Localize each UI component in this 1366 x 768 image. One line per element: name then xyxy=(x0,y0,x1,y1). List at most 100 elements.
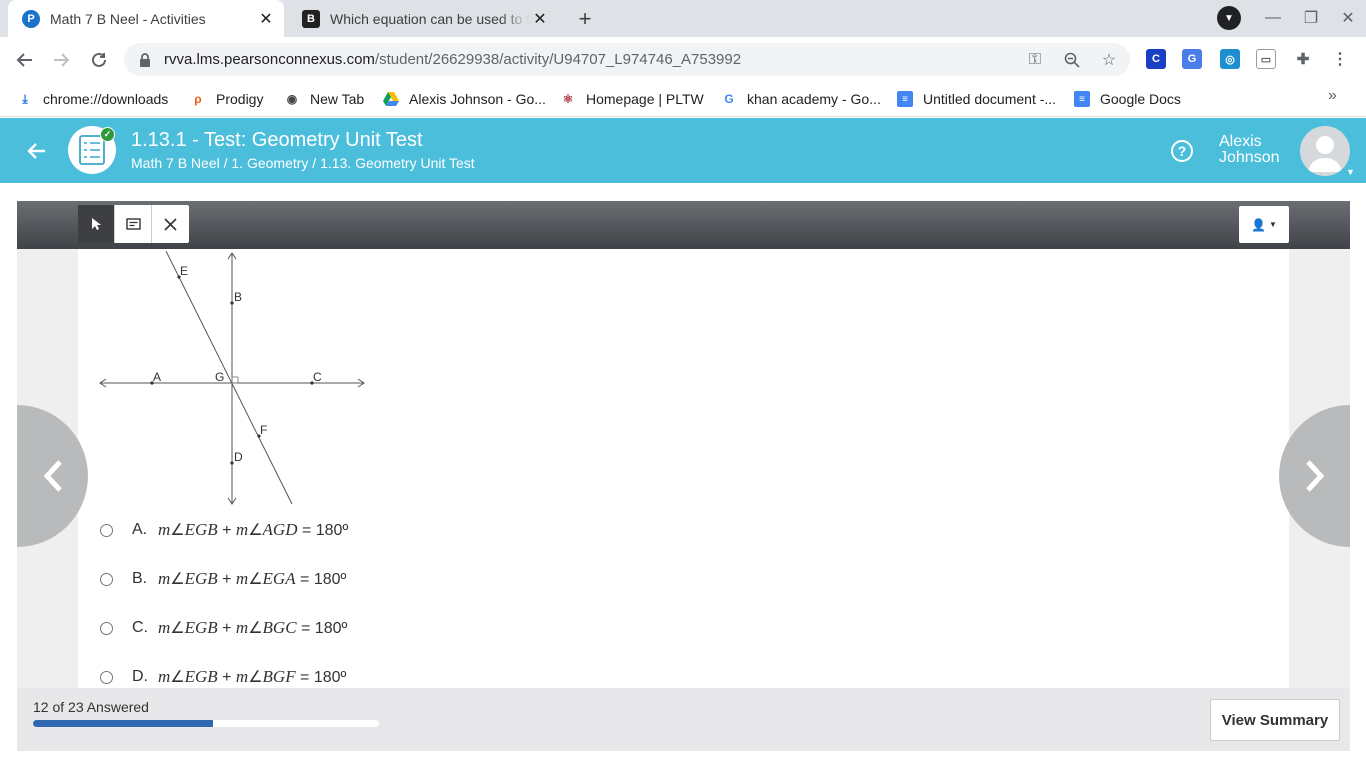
pearson-favicon-icon: P xyxy=(22,9,40,28)
cursor-icon xyxy=(92,218,101,230)
breadcrumb: Math 7 B Neel / 1. Geometry / 1.13. Geom… xyxy=(131,155,475,171)
chevron-left-icon xyxy=(43,460,62,492)
cast-extension-icon[interactable]: ▭ xyxy=(1256,49,1276,69)
bookmark-google-docs[interactable]: ≡ Google Docs xyxy=(1074,88,1181,110)
prodigy-icon: ρ xyxy=(194,92,202,106)
user-first-name: Alexis xyxy=(1219,133,1262,150)
angle-name: EGB xyxy=(184,569,218,588)
page-title: 1.13.1 - Test: Geometry Unit Test xyxy=(131,129,423,151)
option-letter: D. xyxy=(132,668,148,685)
measure-m: m xyxy=(235,520,249,539)
progress-bar-fill xyxy=(33,720,213,727)
url-text: rvva.lms.pearsonconnexus.com/student/266… xyxy=(164,51,741,68)
tab-strip: P Math 7 B Neel - Activities ✕ B Which e… xyxy=(0,0,1366,37)
point-label-f: F xyxy=(260,423,267,437)
answer-option-b[interactable]: B. m∠EGB + m∠EGA = 180º xyxy=(100,567,346,591)
radio-button[interactable] xyxy=(100,572,113,586)
bookmark-new-tab[interactable]: ◉ New Tab xyxy=(284,88,364,110)
bookmark-label: Untitled document -... xyxy=(923,91,1057,107)
translate-extension-icon[interactable]: G xyxy=(1182,49,1202,69)
puzzle-icon[interactable]: ✚ xyxy=(1293,49,1313,69)
notes-tool-button[interactable] xyxy=(115,205,152,243)
brainly-favicon-icon: B xyxy=(302,9,320,28)
browser-toolbar: rvva.lms.pearsonconnexus.com/student/266… xyxy=(0,37,1366,82)
activity-header: ✓ 1.13.1 - Test: Geometry Unit Test Math… xyxy=(0,118,1366,183)
globe-icon: ◉ xyxy=(286,92,298,106)
pointer-tool-button[interactable] xyxy=(78,205,115,243)
equals-value: = 180º xyxy=(301,522,349,539)
angle-name: BGF xyxy=(262,667,296,686)
equals-value: = 180º xyxy=(300,669,347,686)
tab-brainly[interactable]: B Which equation can be used to fin ✕ xyxy=(288,0,558,37)
bookmark-label: Homepage | PLTW xyxy=(586,91,704,107)
chevron-down-icon[interactable]: ▼ xyxy=(1346,167,1355,177)
view-summary-button[interactable]: View Summary xyxy=(1210,699,1340,741)
radio-button[interactable] xyxy=(100,523,113,537)
menu-kebab-icon[interactable]: ⋮ xyxy=(1330,49,1350,69)
close-icon[interactable]: ✕ xyxy=(256,9,276,29)
radio-button[interactable] xyxy=(100,621,113,635)
answer-option-d[interactable]: D. m∠EGB + m∠BGF = 180º xyxy=(100,665,346,689)
radio-button[interactable] xyxy=(100,670,113,684)
extension-c-icon[interactable]: C xyxy=(1146,49,1166,69)
bookmark-downloads[interactable]: ⤓ chrome://downloads xyxy=(17,88,168,110)
measure-m: m xyxy=(235,667,249,686)
measure-m: m xyxy=(158,667,171,686)
equals-value: = 180º xyxy=(301,620,348,637)
point-label-b: B xyxy=(234,290,242,304)
progress-footer: 12 of 23 Answered View Summary xyxy=(17,688,1350,751)
lock-icon[interactable] xyxy=(138,52,152,67)
angle-name: EGB xyxy=(184,520,218,539)
angle-name: BGC xyxy=(262,618,297,637)
new-tab-button[interactable]: + xyxy=(572,6,598,32)
bookmarks-overflow-icon[interactable]: » xyxy=(1328,87,1337,105)
measure-m: m xyxy=(235,569,249,588)
bookmark-pltw[interactable]: ⚛ Homepage | PLTW xyxy=(560,88,704,110)
extension-globe-icon[interactable]: ◎ xyxy=(1220,49,1240,69)
google-icon: G xyxy=(724,92,734,106)
back-arrow-icon[interactable] xyxy=(24,138,50,164)
bookmark-untitled-doc[interactable]: ≡ Untitled document -... xyxy=(897,88,1056,110)
tab-search-icon[interactable]: ▼ xyxy=(1217,6,1241,30)
bookmark-drive[interactable]: Alexis Johnson - Go... xyxy=(383,88,546,110)
bookmark-khan[interactable]: G khan academy - Go... xyxy=(721,88,881,110)
tool-group xyxy=(78,205,189,243)
reload-icon[interactable] xyxy=(85,46,113,74)
completed-check-icon: ✓ xyxy=(100,127,115,142)
plus-sign: + xyxy=(222,522,232,539)
bookmark-label: New Tab xyxy=(310,91,365,107)
close-icon[interactable]: ✕ xyxy=(530,9,550,29)
user-menu-button[interactable]: 👤 ▼ xyxy=(1239,206,1289,243)
minimize-icon[interactable]: — xyxy=(1260,6,1286,30)
answer-option-c[interactable]: C. m∠EGB + m∠BGC = 180º xyxy=(100,616,347,640)
point-label-d: D xyxy=(234,450,243,464)
back-icon[interactable] xyxy=(11,46,39,74)
bookmark-label: Prodigy xyxy=(216,91,264,107)
option-letter: A. xyxy=(132,521,148,538)
forward-icon[interactable] xyxy=(47,46,75,74)
key-icon[interactable]: ⚿ xyxy=(1024,49,1046,71)
user-name[interactable]: Alexis Johnson xyxy=(1219,134,1289,166)
tab-activities[interactable]: P Math 7 B Neel - Activities ✕ xyxy=(8,0,284,37)
measure-m: m xyxy=(158,520,171,539)
bookmark-prodigy[interactable]: ρ Prodigy xyxy=(190,88,263,110)
help-icon[interactable]: ? xyxy=(1171,140,1193,162)
plus-sign: + xyxy=(222,571,232,588)
restore-icon[interactable]: ❐ xyxy=(1298,6,1324,30)
docs-icon: ≡ xyxy=(897,91,913,107)
star-icon[interactable]: ☆ xyxy=(1098,49,1120,71)
bookmark-label: chrome://downloads xyxy=(43,91,169,107)
eliminator-tool-button[interactable] xyxy=(152,205,189,243)
progress-bar xyxy=(33,720,379,727)
measure-m: m xyxy=(158,618,171,637)
option-letter: C. xyxy=(132,619,148,636)
equals-value: = 180º xyxy=(300,571,347,588)
url-host: rvva.lms.pearsonconnexus.com xyxy=(164,51,375,68)
avatar[interactable] xyxy=(1300,126,1350,176)
address-bar[interactable]: rvva.lms.pearsonconnexus.com/student/266… xyxy=(124,43,1130,76)
angle-name: AGD xyxy=(262,520,298,539)
zoom-icon[interactable] xyxy=(1061,49,1083,71)
answer-option-a[interactable]: A. m∠EGB + m∠AGD = 180º xyxy=(100,518,348,542)
window-close-icon[interactable]: ✕ xyxy=(1335,6,1361,30)
docs-icon: ≡ xyxy=(1074,91,1090,107)
